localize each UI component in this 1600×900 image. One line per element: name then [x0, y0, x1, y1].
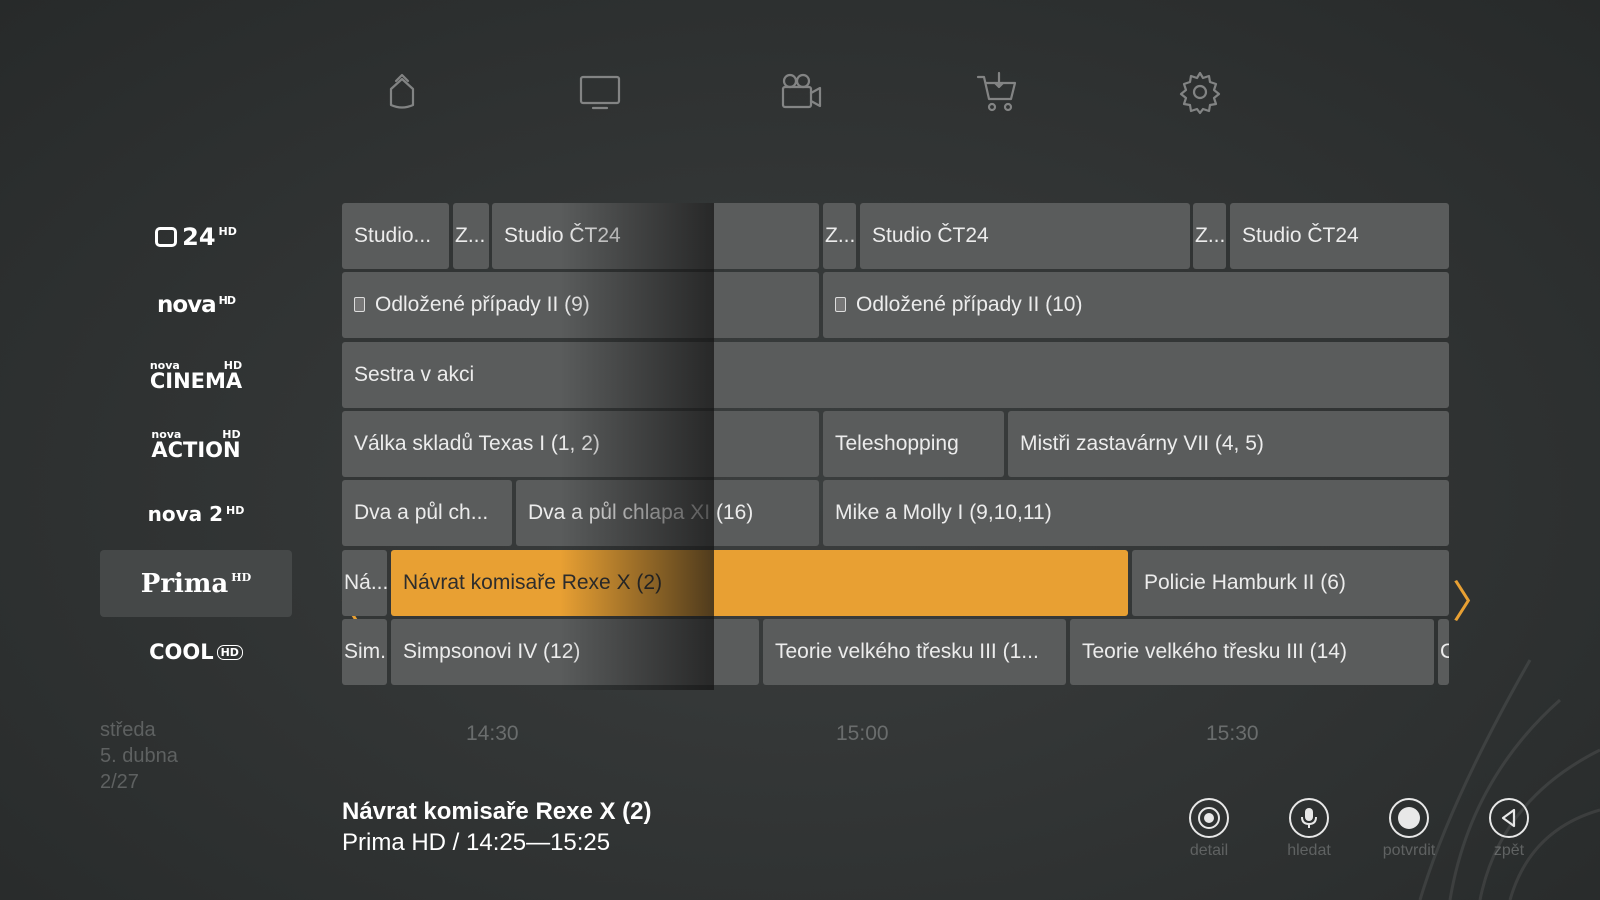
channel-ct24[interactable]: 24 HD	[100, 203, 292, 270]
channel-prima[interactable]: Prima HD	[100, 550, 292, 617]
cart-icon[interactable]	[968, 62, 1028, 122]
channel-nova-2[interactable]: nova 2 HD	[100, 480, 292, 547]
program-cell[interactable]: Sestra v akci	[342, 342, 1449, 408]
program-cell[interactable]: Mistři zastavárny VII (4, 5)	[1008, 411, 1449, 477]
program-cell[interactable]: Sim...	[342, 619, 387, 685]
channel-nova-action[interactable]: nova HD ACTION	[100, 411, 292, 478]
time-label: 14:30	[466, 722, 519, 745]
program-cell[interactable]: Odložené případy II (10)	[823, 272, 1449, 338]
home-icon[interactable]	[372, 62, 432, 122]
program-title: Odložené případy II (10)	[856, 293, 1083, 316]
program-cell[interactable]: Z...	[823, 203, 856, 269]
program-cell[interactable]: Z...	[453, 203, 489, 269]
tv-icon[interactable]	[570, 62, 630, 122]
program-cell[interactable]: Teleshopping	[823, 411, 1004, 477]
channel-logo-text: CINEMA	[149, 368, 243, 393]
hd-badge: HD	[218, 224, 237, 238]
hd-badge: HD	[226, 503, 245, 517]
program-info-subtitle: Prima HD / 14:25—15:25	[342, 829, 611, 856]
channel-logo-text: Prima	[140, 568, 229, 599]
channel-logo-text: 24	[182, 222, 216, 251]
hd-badge: HD	[216, 645, 243, 660]
program-cell[interactable]: Odložené případy II (9)	[342, 272, 819, 338]
channel-logo-text: COOL	[149, 640, 214, 664]
detail-icon	[1189, 798, 1229, 838]
channel-logo-text: ACTION	[151, 437, 241, 462]
channel-prima-cool[interactable]: COOL HD	[100, 619, 292, 686]
detail-button[interactable]: detail	[1164, 798, 1254, 860]
channel-logo-text: nova	[156, 292, 217, 318]
hd-badge: HD	[231, 570, 252, 584]
recording-icon	[354, 297, 365, 312]
video-camera-icon[interactable]	[770, 62, 830, 122]
program-cell[interactable]: Ná...	[342, 550, 387, 616]
ct-logo-mark	[155, 226, 178, 247]
channel-nova-cinema[interactable]: nova HD CINEMA	[100, 342, 292, 409]
hd-badge: HD	[218, 294, 236, 307]
date-day: středa	[100, 719, 156, 741]
channel-nova[interactable]: nova HD	[100, 272, 292, 339]
program-cell[interactable]: Dva a půl chlapa XI (16)	[516, 480, 819, 546]
decorative-plant-icon	[1300, 600, 1600, 900]
program-cell[interactable]: Teorie velkého třesku III (1...	[763, 619, 1066, 685]
program-cell[interactable]: Studio ČT24	[492, 203, 819, 269]
program-cell[interactable]: Studio ČT24	[1230, 203, 1449, 269]
program-cell-selected[interactable]: Návrat komisaře Rexe X (2)	[391, 550, 1128, 616]
program-cell[interactable]: Studio...	[342, 203, 449, 269]
channel-logo-text: nova 2	[147, 501, 224, 526]
date-date: 5. dubna	[100, 745, 178, 767]
program-cell[interactable]: Z...	[1193, 203, 1226, 269]
program-info-title: Návrat komisaře Rexe X (2)	[342, 798, 652, 825]
program-cell[interactable]: Válka skladů Texas I (1, 2)	[342, 411, 819, 477]
gear-icon[interactable]	[1170, 62, 1230, 122]
top-navigation	[0, 62, 1600, 122]
program-cell[interactable]: Studio ČT24	[860, 203, 1190, 269]
time-label: 15:00	[836, 722, 889, 745]
time-label: 15:30	[1206, 722, 1259, 745]
detail-label: detail	[1189, 842, 1229, 859]
recording-icon	[835, 297, 846, 312]
program-cell[interactable]: Simpsonovi IV (12)	[391, 619, 759, 685]
program-cell[interactable]: Dva a půl ch...	[342, 480, 512, 546]
program-cell[interactable]: Mike a Molly I (9,10,11)	[823, 480, 1449, 546]
date-page: 2/27	[100, 771, 139, 793]
program-title: Odložené případy II (9)	[375, 293, 590, 316]
